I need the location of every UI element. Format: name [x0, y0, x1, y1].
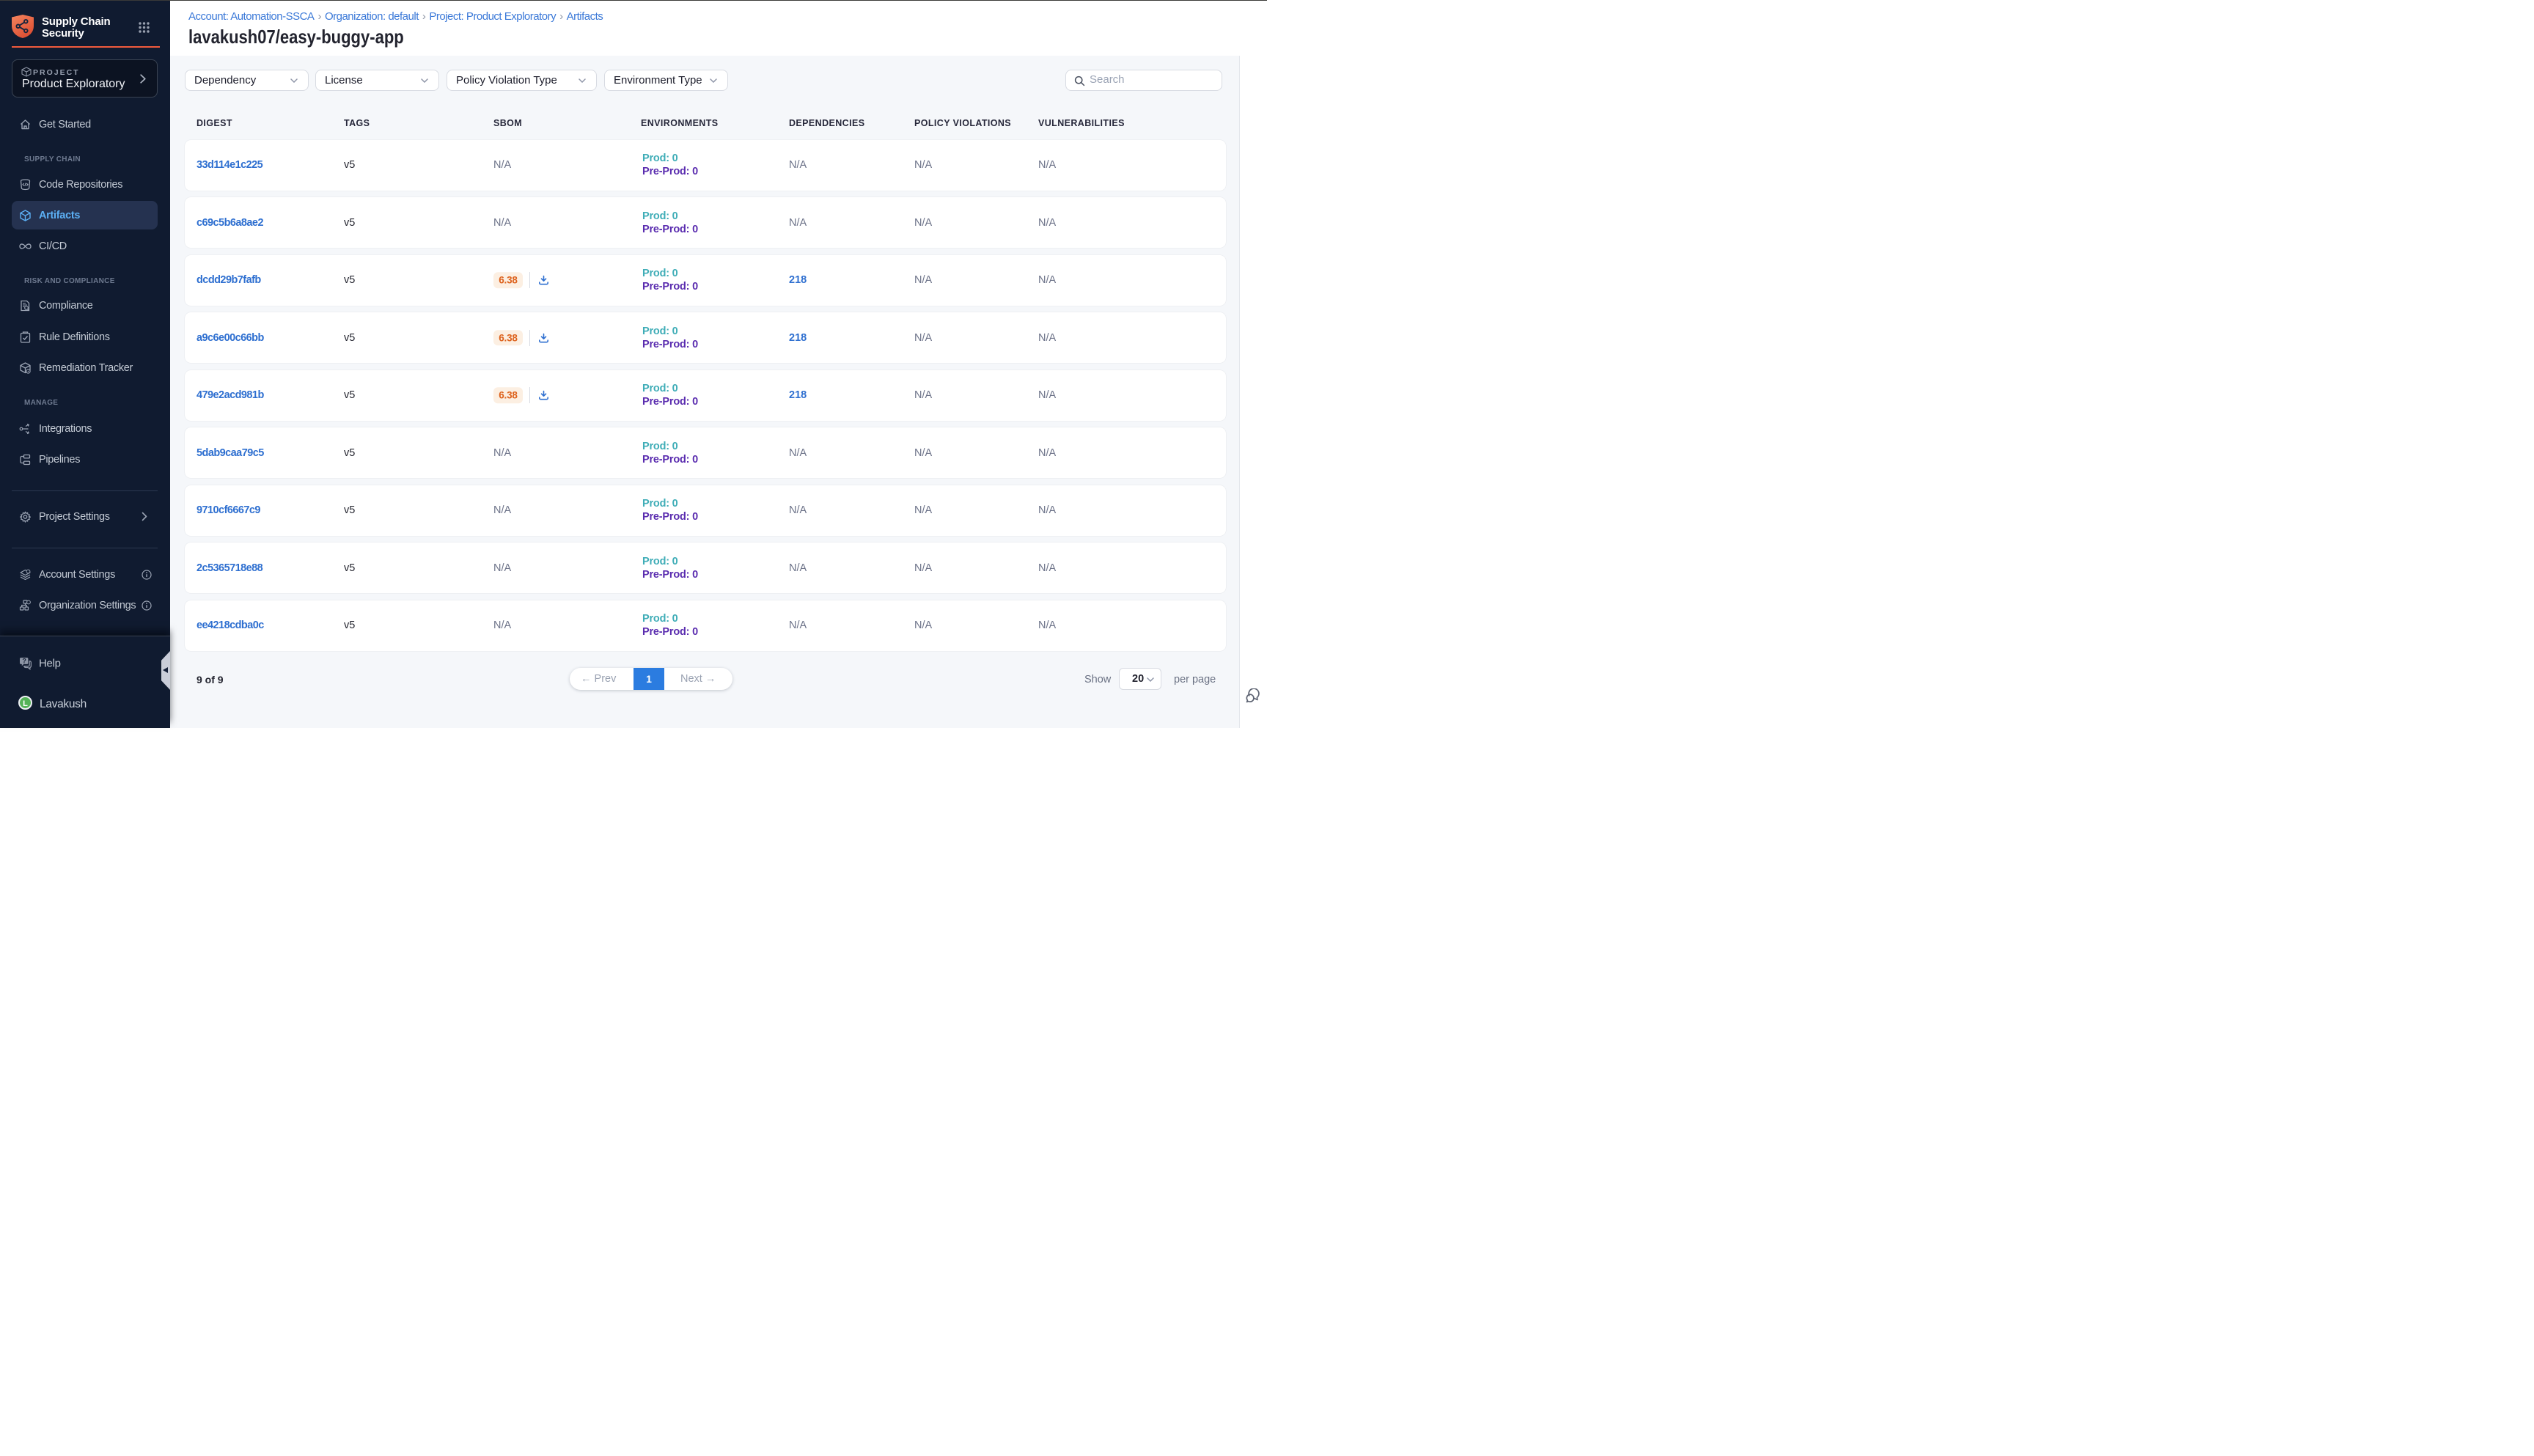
svg-text:?: ?: [22, 657, 26, 664]
